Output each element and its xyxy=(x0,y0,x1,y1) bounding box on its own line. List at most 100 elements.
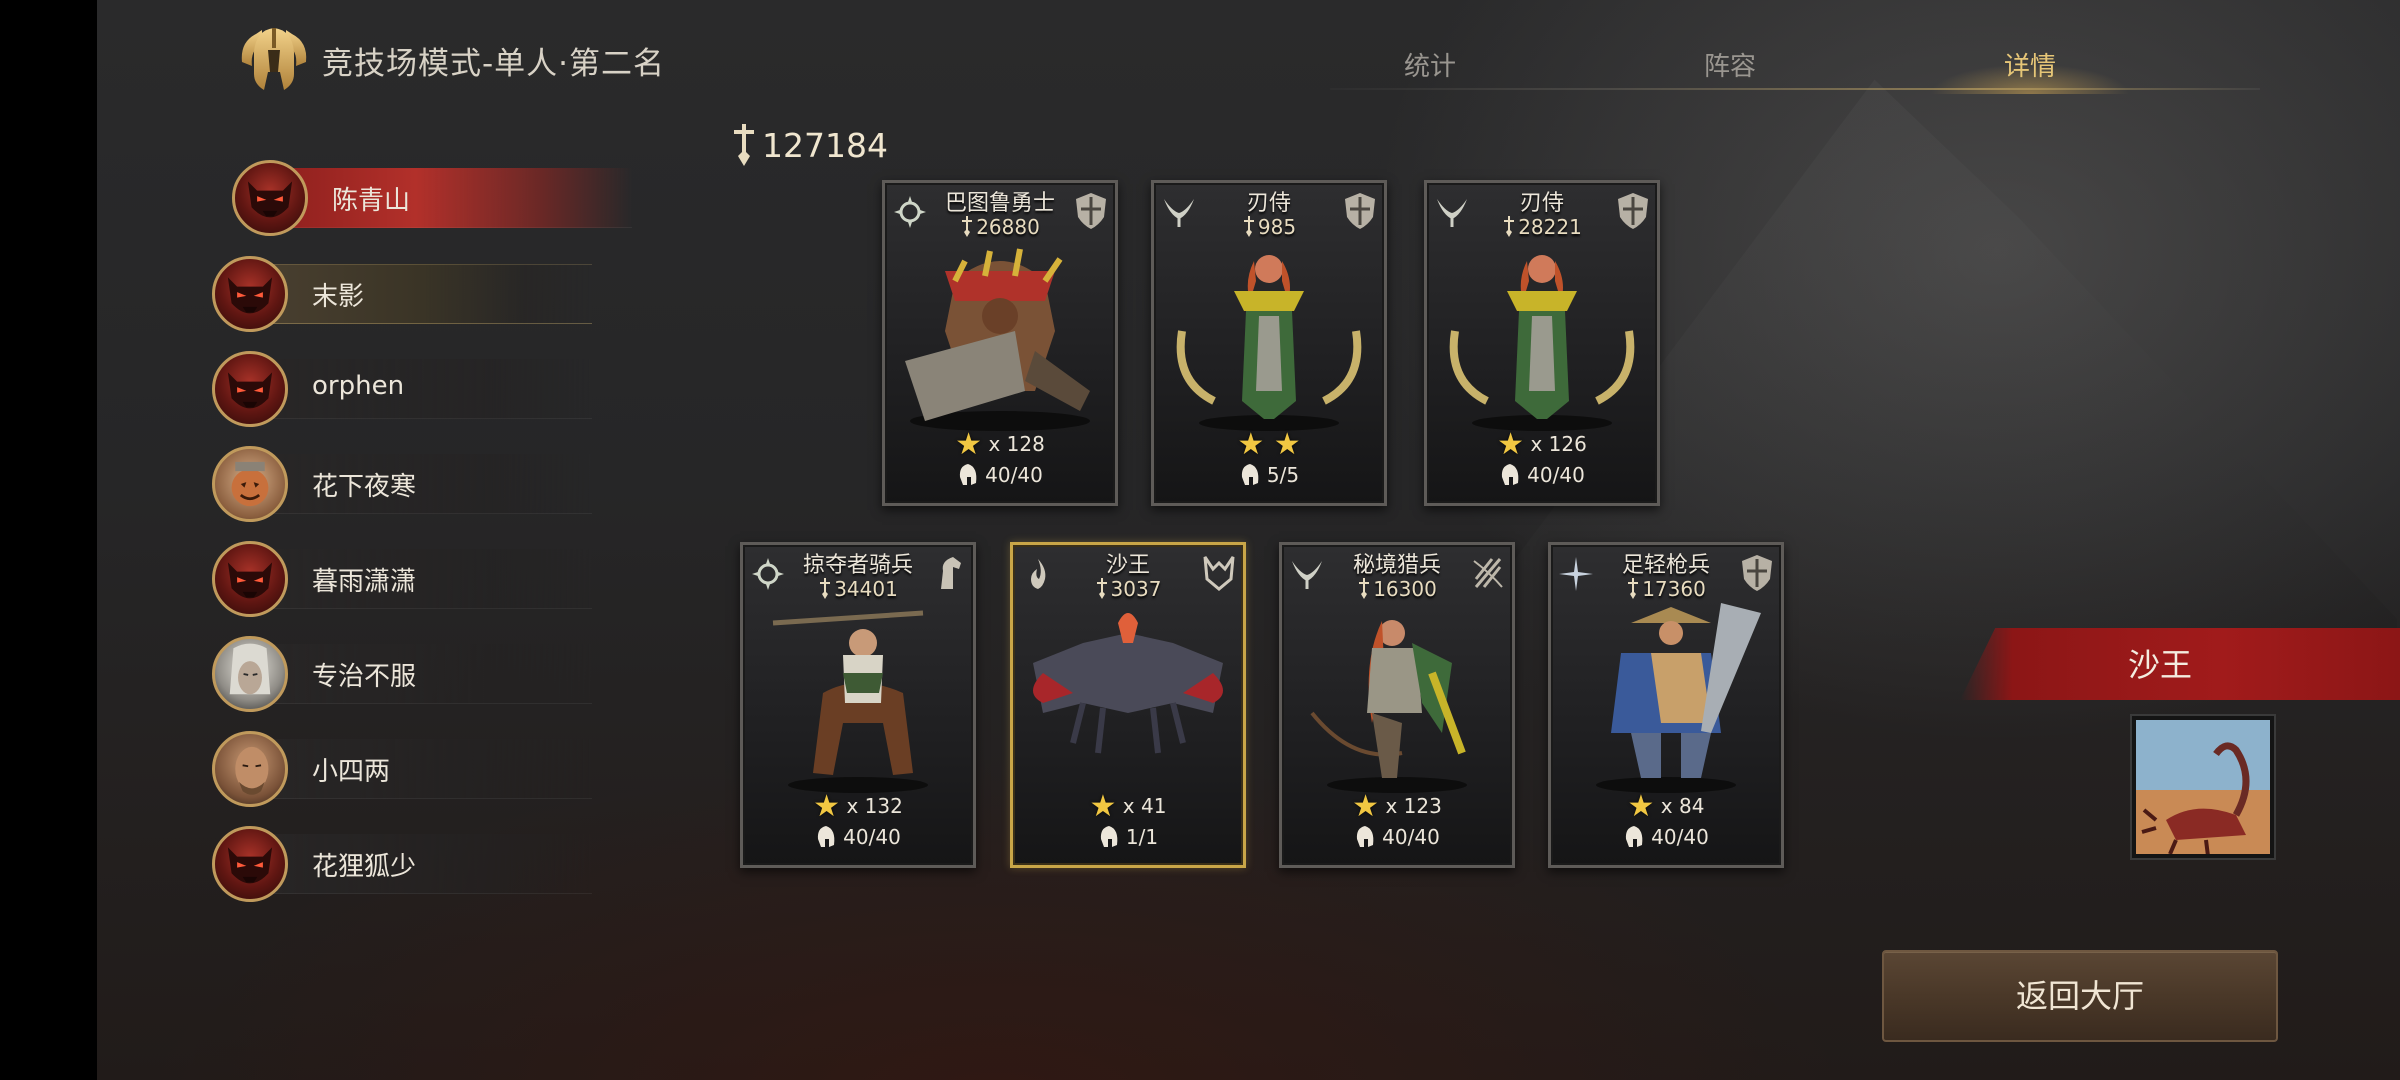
unit-star-multiplier: x 126 xyxy=(1530,432,1587,456)
unit-card[interactable]: 刃侍 985 ★ ★ 5/5 xyxy=(1151,180,1387,506)
unit-stars: ★ ★ xyxy=(1154,427,1384,462)
sword-power-icon xyxy=(1359,578,1370,599)
unit-count-value: 5/5 xyxy=(1266,463,1300,487)
total-power: 127184 xyxy=(728,122,888,168)
unit-card[interactable]: 巴图鲁勇士 26880 ★ x 128 40/40 xyxy=(882,180,1118,506)
unit-count-value: 1/1 xyxy=(1125,825,1159,849)
unit-star-multiplier: x 123 xyxy=(1385,794,1442,818)
unit-star-multiplier: x 128 xyxy=(988,432,1045,456)
star-icon: ★ xyxy=(1627,789,1655,824)
sword-power-icon xyxy=(962,216,973,237)
sword-power-icon xyxy=(1628,578,1639,599)
unit-card[interactable]: 秘境猎兵 16300 ★ x 123 40/40 xyxy=(1279,542,1515,868)
helmet-icon xyxy=(960,464,977,485)
player-name: 暮雨潇潇 xyxy=(312,567,417,597)
spartan-helmet-icon xyxy=(241,28,307,90)
unit-card-selected[interactable]: 沙王 3037 ★ x 41 1/1 xyxy=(1010,542,1246,868)
unit-power: 985 xyxy=(1154,215,1384,239)
player-row-background xyxy=(272,168,632,228)
player-name: 陈青山 xyxy=(332,186,411,216)
star-icon: ★ xyxy=(813,789,841,824)
scorpion-icon xyxy=(2136,720,2270,854)
unit-star-multiplier: x 41 xyxy=(1122,794,1167,818)
helmet-icon xyxy=(1100,826,1118,847)
player-name: 末影 xyxy=(312,282,365,312)
player-name: 小四两 xyxy=(312,757,391,787)
helmet-icon xyxy=(1626,826,1643,847)
page-title: 竞技场模式-单人·第二名 xyxy=(322,45,666,82)
star-icon: ★ xyxy=(1264,427,1301,462)
unit-card[interactable]: 足轻枪兵 17360 ★ x 84 40/40 xyxy=(1548,542,1784,868)
demon-mask-avatar xyxy=(212,826,288,902)
player-name: orphen xyxy=(312,371,405,401)
sword-power-icon xyxy=(1096,578,1107,599)
blade-maiden-art xyxy=(1176,255,1362,431)
unit-power: 16300 xyxy=(1282,577,1512,601)
unit-count-value: 40/40 xyxy=(843,825,901,849)
unit-power: 28221 xyxy=(1427,215,1657,239)
unit-power-value: 3037 xyxy=(1110,577,1162,601)
huntress-archer-art xyxy=(1310,620,1467,793)
unit-name: 刃侍 xyxy=(1519,191,1564,216)
unit-power-value: 17360 xyxy=(1642,577,1706,601)
unit-star-multiplier: x 132 xyxy=(846,794,903,818)
unit-power-value: 28221 xyxy=(1518,215,1582,239)
unit-stars: ★ x 132 xyxy=(743,789,973,824)
helmet-icon xyxy=(1502,464,1519,485)
unit-count: 40/40 xyxy=(743,825,973,849)
sand-king-scorpion-portrait[interactable] xyxy=(2132,716,2274,858)
demon-mask-avatar xyxy=(232,160,308,236)
barbarian-warrior-art xyxy=(905,248,1090,431)
tab-underline xyxy=(1330,88,2260,90)
unit-count-value: 40/40 xyxy=(1527,463,1585,487)
unit-name: 足轻枪兵 xyxy=(1621,553,1710,578)
unit-name: 巴图鲁勇士 xyxy=(944,191,1055,216)
unit-card[interactable]: 刃侍 28221 ★ x 126 40/40 xyxy=(1424,180,1660,506)
header: 竞技场模式-单人·第二名 xyxy=(232,20,665,100)
tab-details[interactable]: 详情 xyxy=(1930,46,2130,83)
unit-card[interactable]: 掠夺者骑兵 34401 ★ x 132 40/40 xyxy=(740,542,976,868)
star-icon: ★ xyxy=(955,427,983,462)
tab-lineup[interactable]: 阵容 xyxy=(1630,46,1830,83)
player-row-background xyxy=(252,264,592,324)
sword-power-icon xyxy=(1504,216,1515,237)
unit-power-value: 26880 xyxy=(976,215,1040,239)
tab-bar: 统计 阵容 详情 xyxy=(1330,34,2260,94)
bald-warrior-avatar xyxy=(212,731,288,807)
unit-count: 40/40 xyxy=(1282,825,1512,849)
unit-power: 17360 xyxy=(1551,577,1781,601)
unit-count-value: 40/40 xyxy=(985,463,1043,487)
sword-power-icon xyxy=(734,124,754,166)
unit-stars: ★ x 123 xyxy=(1282,789,1512,824)
game-background xyxy=(97,0,2400,1080)
helmet-icon xyxy=(1241,464,1259,485)
player-name: 花狸狐少 xyxy=(312,852,417,882)
total-power-value: 127184 xyxy=(762,125,888,165)
player-row-background xyxy=(252,644,592,704)
player-row-background xyxy=(252,359,592,419)
sword-power-icon xyxy=(820,578,831,599)
star-icon: ★ xyxy=(1237,427,1265,462)
star-icon: ★ xyxy=(1497,427,1525,462)
unit-power: 34401 xyxy=(743,577,973,601)
blade-maiden-art xyxy=(1449,255,1635,431)
sword-power-icon xyxy=(1243,216,1254,237)
player-row-background xyxy=(252,739,592,799)
raider-cavalry-art xyxy=(772,610,928,793)
player-row-background xyxy=(252,549,592,609)
unit-name: 沙王 xyxy=(1105,553,1150,578)
helmet-icon xyxy=(818,826,835,847)
unit-stars: ★ x 84 xyxy=(1551,789,1781,824)
return-to-lobby-button[interactable]: 返回大厅 xyxy=(1882,950,2278,1042)
demon-mask-avatar xyxy=(212,256,288,332)
unit-name: 秘境猎兵 xyxy=(1352,553,1441,578)
tab-statistics[interactable]: 统计 xyxy=(1330,46,1530,83)
ashigaru-spearman-art xyxy=(1596,603,1761,793)
pumpkin-warrior-avatar xyxy=(212,446,288,522)
helmet-icon xyxy=(1357,826,1374,847)
unit-power-value: 34401 xyxy=(834,577,898,601)
unit-count-value: 40/40 xyxy=(1651,825,1709,849)
unit-stars: ★ x 41 xyxy=(1013,789,1243,824)
sand-king-scorpion-art xyxy=(1033,613,1223,754)
selected-unit-name: 沙王 xyxy=(2127,646,2192,684)
